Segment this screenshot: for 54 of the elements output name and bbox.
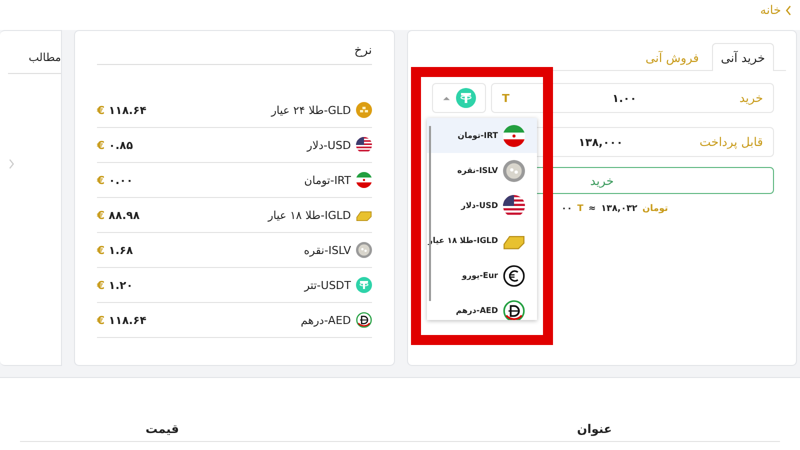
iran-flag-icon	[503, 124, 525, 146]
currency-symbol: €	[97, 104, 105, 116]
currency-symbol: €	[97, 314, 105, 326]
euro-icon	[503, 264, 525, 286]
currency-name: AED-درهم	[300, 314, 351, 326]
currency-sign-icon	[356, 312, 372, 328]
tab[interactable]: خرید آنی	[712, 43, 774, 71]
currency-symbol: €	[97, 174, 105, 186]
chevron-icon	[785, 4, 792, 16]
us-flag-icon	[503, 194, 525, 216]
column-header: قیمت	[146, 422, 180, 436]
price-text: ۱.۶۸	[108, 244, 133, 256]
field-value: ۱.۰۰	[611, 92, 638, 104]
price-text: ۱۱۸.۶۴	[108, 104, 146, 116]
currency-select[interactable]	[432, 83, 486, 113]
column-header: عنوان	[577, 422, 612, 436]
currency-symbol: €	[97, 138, 105, 152]
iran-flag-icon	[356, 172, 372, 188]
dropdown-option[interactable]: AED-درهم	[427, 293, 537, 320]
currency-name: GLD-طلا ۲۴ عیار	[271, 104, 351, 116]
field-value: ۱۳۸,۰۰۰	[578, 136, 624, 148]
us-flag-icon	[356, 137, 372, 153]
chevron-icon[interactable]	[8, 158, 15, 170]
price-text: ۰.۸۵	[108, 138, 133, 152]
coin-icon	[356, 277, 372, 293]
amount-text: ۱۳۸,۰۳۲	[600, 204, 638, 214]
field-label: خرید	[739, 91, 763, 105]
currency-name: IGLD-طلا ۱۸ عیار	[268, 208, 351, 222]
currency-name: USDT-تتر	[304, 278, 351, 292]
coins-icon	[356, 102, 372, 118]
card-title: مطالب	[8, 31, 61, 74]
currency-name: IRT-تومان	[304, 174, 351, 186]
unit-label: T	[502, 92, 510, 104]
coin-pile-icon	[503, 160, 525, 182]
unit-label: تومان	[642, 204, 668, 214]
approx-sign: ≈	[588, 204, 596, 214]
dropdown-option[interactable]: Eur-یورو	[427, 258, 537, 293]
amount-text: ۰۰	[561, 204, 572, 214]
coin-icon	[456, 88, 476, 108]
currency-symbol: €	[97, 208, 105, 222]
currency-name: USD-دلار	[307, 138, 351, 152]
currency-name: ISLV-نقره	[304, 244, 351, 256]
field-label: قابل پرداخت	[700, 135, 763, 149]
currency-symbol: €	[97, 278, 105, 292]
unit-label: T	[577, 204, 584, 214]
price-text: ۰.۰۰	[108, 174, 133, 186]
currency-symbol: €	[97, 244, 105, 256]
price-text: ۸۸.۹۸	[108, 208, 140, 222]
price-text: ۱.۲۰	[108, 278, 133, 292]
scrollbar[interactable]	[429, 126, 431, 301]
dropdown-option[interactable]: IRT-تومان	[427, 118, 537, 153]
coin-pile-icon	[356, 242, 372, 258]
card-title: نرخ	[97, 31, 372, 65]
price-text: ۱۱۸.۶۴	[108, 314, 146, 326]
